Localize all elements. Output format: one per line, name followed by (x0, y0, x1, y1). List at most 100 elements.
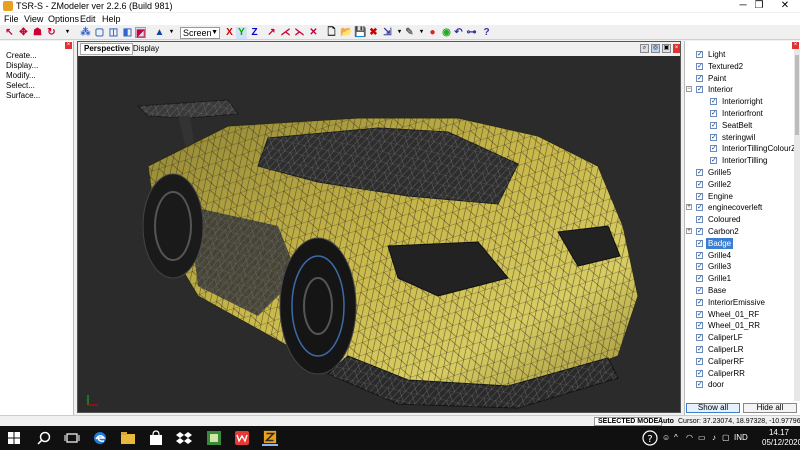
layer-item[interactable]: ✓ Paint (685, 73, 797, 84)
zoom-icon[interactable]: ⌕ (640, 44, 649, 53)
pyramid-tool-icon[interactable]: ▲ (154, 27, 165, 38)
hide-all-button[interactable]: Hide all (743, 403, 797, 413)
help-icon[interactable]: ? (481, 27, 492, 38)
dropdown-arrow-icon[interactable]: ▾ (416, 27, 427, 38)
menu-options[interactable]: Options (48, 13, 79, 25)
layer-visibility-checkbox[interactable]: ✓ (696, 228, 703, 235)
command-select[interactable]: Select... (6, 81, 35, 91)
store-icon[interactable] (148, 430, 164, 446)
dropdown-arrow-icon[interactable]: ▾ (62, 27, 73, 38)
file-explorer-icon[interactable] (120, 430, 136, 446)
layer-item[interactable]: + ✓ enginecoverleft (685, 202, 797, 213)
layer-item[interactable]: ✓ Interiorfront (685, 108, 797, 119)
help-circle-icon[interactable]: ? (642, 430, 658, 446)
windows-start-icon[interactable] (6, 430, 22, 446)
layer-item[interactable]: ✓ SeatBelt (685, 120, 797, 131)
layer-visibility-checkbox[interactable]: ✓ (696, 251, 703, 259)
figure-tool-icon[interactable]: ☗ (32, 27, 43, 38)
menu-file[interactable]: File (4, 13, 19, 25)
layer-item[interactable]: ✓ Grille2 (685, 179, 797, 190)
snap-edge-icon[interactable]: ⋋ (294, 27, 305, 38)
layer-visibility-checkbox[interactable]: ✓ (710, 98, 717, 106)
layer-item[interactable]: ✓ steringwil (685, 132, 797, 143)
volume-icon[interactable]: ♪ (712, 432, 716, 444)
layer-visibility-checkbox[interactable]: ✓ (710, 157, 717, 165)
layer-item[interactable]: ✓ Interiorright (685, 96, 797, 107)
zmodeler-taskbar-icon[interactable] (262, 430, 278, 446)
layer-item[interactable]: ✓ Grille4 (685, 250, 797, 261)
record-icon[interactable]: ● (427, 27, 438, 38)
layer-visibility-checkbox[interactable]: ✓ (696, 369, 703, 377)
layer-visibility-checkbox[interactable]: ✓ (696, 239, 703, 247)
command-display[interactable]: Display... (6, 61, 38, 71)
axis-y-toggle[interactable]: Y (236, 27, 247, 39)
layer-visibility-checkbox[interactable]: ✓ (696, 204, 703, 212)
show-hidden-icons-chevron[interactable]: ^ (674, 432, 678, 444)
viewport-tab-perspective[interactable]: Perspective (80, 43, 133, 55)
layer-item[interactable]: ✓ Badge (685, 237, 797, 249)
object-select-icon[interactable]: ◩ (135, 27, 146, 39)
layer-item[interactable]: ✓ CaliperLF (685, 332, 797, 343)
orbit-icon[interactable]: ◎ (651, 44, 660, 53)
close-icon[interactable]: × (673, 44, 680, 53)
layer-visibility-checkbox[interactable]: ✓ (696, 86, 703, 94)
layer-visibility-checkbox[interactable]: ✓ (696, 381, 703, 389)
open-file-icon[interactable]: 📂 (340, 27, 352, 38)
snap-icon[interactable]: ↗ (266, 27, 277, 38)
layer-visibility-checkbox[interactable]: ✓ (696, 310, 703, 318)
wps-office-icon[interactable] (234, 430, 250, 446)
layer-item[interactable]: ✓ door (685, 379, 797, 390)
layer-item[interactable]: ✓ InteriorTillingColourZon (685, 143, 800, 154)
axis-z-toggle[interactable]: Z (249, 27, 260, 39)
layer-visibility-checkbox[interactable]: ✓ (696, 298, 703, 306)
layer-visibility-checkbox[interactable]: ✓ (696, 216, 703, 224)
command-modify[interactable]: Modify... (6, 71, 36, 81)
edge-browser-icon[interactable] (92, 430, 108, 446)
close-icon[interactable]: × (792, 42, 799, 49)
battery-icon[interactable]: ▭ (698, 432, 706, 444)
show-all-button[interactable]: Show all (686, 403, 740, 413)
layer-visibility-checkbox[interactable]: ✓ (696, 263, 703, 271)
layer-visibility-checkbox[interactable]: ✓ (710, 110, 717, 117)
layer-item[interactable]: ✓ Grille1 (685, 273, 797, 284)
command-surface[interactable]: Surface... (6, 91, 40, 101)
layer-visibility-checkbox[interactable]: ✓ (696, 322, 703, 330)
menu-edit[interactable]: Edit (80, 13, 96, 25)
keyboard-language[interactable]: IND (734, 432, 748, 444)
layer-item[interactable]: ✓ Wheel_01_RR (685, 320, 797, 331)
expand-icon[interactable]: + (686, 228, 692, 234)
layer-item[interactable]: ✓ Grille3 (685, 261, 797, 272)
material-icon[interactable]: ◉ (441, 27, 452, 38)
properties-icon[interactable]: ✎ (404, 27, 415, 38)
layer-visibility-checkbox[interactable]: ✓ (696, 180, 703, 188)
undo-icon[interactable]: ↶ (453, 27, 464, 38)
collapse-icon[interactable]: − (686, 86, 692, 93)
menu-help[interactable]: Help (102, 13, 121, 25)
layer-item[interactable]: ✓ Base (685, 285, 797, 296)
person-icon[interactable]: ☺ (662, 432, 670, 444)
close-button[interactable]: ✕ (770, 0, 800, 12)
layer-item[interactable]: ✓ Coloured (685, 214, 797, 225)
face-mode-icon[interactable]: ◫ (108, 27, 119, 38)
fullscreen-icon[interactable]: ▣ (662, 44, 671, 53)
scrollbar-thumb[interactable] (795, 55, 799, 135)
layer-visibility-checkbox[interactable]: ✓ (696, 74, 703, 82)
layer-item[interactable]: ✓ CaliperLR (685, 344, 797, 355)
delete-icon[interactable]: ✖ (368, 27, 379, 38)
clock[interactable]: 14.17 05/12/2020 (762, 428, 800, 448)
dropdown-arrow-icon[interactable]: ▾ (166, 27, 177, 38)
new-file-icon[interactable]: 🗋 (326, 27, 337, 38)
layer-visibility-checkbox[interactable]: ✓ (696, 169, 703, 176)
menu-view[interactable]: View (24, 13, 43, 25)
layer-visibility-checkbox[interactable]: ✓ (696, 62, 703, 70)
command-create[interactable]: Create... (6, 51, 37, 61)
layer-visibility-checkbox[interactable]: ✓ (696, 357, 703, 365)
task-view-icon[interactable] (64, 430, 80, 446)
object-mode-icon[interactable]: ◧ (122, 27, 133, 38)
wifi-icon[interactable]: ◠ (686, 432, 693, 444)
select-tool-icon[interactable]: ↖ (4, 27, 15, 38)
layer-item[interactable]: ✓ InteriorEmissive (685, 297, 797, 308)
layer-visibility-checkbox[interactable]: ✓ (696, 346, 703, 353)
layer-item[interactable]: ✓ Textured2 (685, 61, 797, 72)
layer-visibility-checkbox[interactable]: ✓ (710, 145, 717, 153)
